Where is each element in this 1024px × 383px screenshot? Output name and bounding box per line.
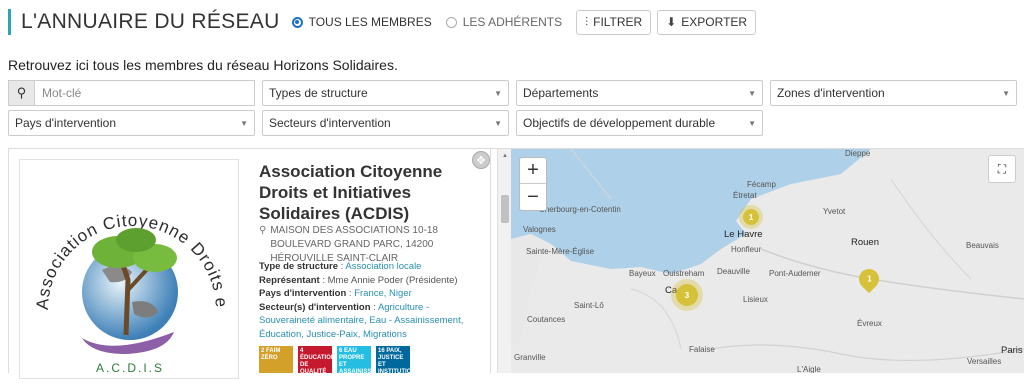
- map-label-paris: Paris: [1001, 345, 1023, 356]
- page-title: L'ANNUAIRE DU RÉSEAU: [21, 10, 280, 33]
- map-cluster-caen[interactable]: 3: [671, 279, 703, 311]
- chevron-down-icon: ▼: [748, 118, 756, 128]
- rep-label: Représentant: [259, 274, 320, 286]
- map-label-etretat: Étretat: [733, 191, 757, 200]
- map-label-beauvais: Beauvais: [966, 241, 999, 250]
- sdg-16-icon[interactable]: 16 PAIX, JUSTICE ET INSTITUTIONS EFFICAC…: [376, 346, 420, 382]
- map-label-sainte-mere: Sainte-Mère-Église: [526, 247, 595, 256]
- sdg-2-icon[interactable]: 2 FAIM ZÉRO: [259, 346, 293, 373]
- department-label: Départements: [523, 86, 599, 100]
- country-select[interactable]: Pays d'intervention ▼: [8, 110, 255, 136]
- map-label-versailles: Versailles: [967, 357, 1002, 366]
- export-button[interactable]: ⬇ EXPORTER: [657, 9, 757, 35]
- sdg-6-icon[interactable]: 6 EAU PROPRE ET ASSAINISSEMENT: [337, 346, 392, 375]
- keyword-search-input[interactable]: [34, 80, 255, 106]
- country-label: Pays d'intervention: [15, 116, 117, 130]
- sdg-icons: 2 FAIM ZÉRO 4 ÉDUCATION DE QUALITÉ 6 EAU…: [259, 346, 420, 382]
- search-icon[interactable]: ⚲: [8, 80, 34, 106]
- radio-checked-icon: [291, 16, 303, 28]
- type-link[interactable]: Association locale: [345, 261, 421, 272]
- map-label-rouen: Rouen: [851, 237, 879, 248]
- chevron-down-icon: ▼: [494, 118, 502, 128]
- map-label-ouistreham: Ouistreham: [663, 269, 705, 278]
- map-label-bayeux: Bayeux: [629, 269, 656, 278]
- sectors-label: Secteur(s) d'intervention: [259, 301, 371, 313]
- card-details: Type de structure : Association locale R…: [259, 261, 464, 340]
- title-accent-bar: [8, 9, 11, 35]
- results-area: Association Citoyenne Droits et Initiati…: [8, 148, 1024, 382]
- scrollbar-thumb[interactable]: [501, 195, 509, 223]
- map-label-pont-audemer: Pont-Audemer: [769, 269, 821, 278]
- chevron-down-icon: ▼: [494, 88, 502, 98]
- fullscreen-icon[interactable]: ⛶: [988, 155, 1016, 183]
- zoom-out-button[interactable]: −: [520, 184, 546, 210]
- type-label: Type de structure: [259, 261, 339, 272]
- export-button-label: EXPORTER: [681, 15, 748, 29]
- sdg-select[interactable]: Objectifs de développement durable ▼: [516, 110, 763, 136]
- locate-on-map-icon[interactable]: ✥: [472, 151, 490, 169]
- association-logo: Association Citoyenne Droits et Initiati…: [19, 159, 239, 379]
- map-label-saint-lo: Saint-Lô: [574, 301, 604, 310]
- scroll-up-icon[interactable]: ▲: [502, 153, 508, 159]
- structure-type-select[interactable]: Types de structure ▼: [262, 80, 509, 106]
- zone-label: Zones d'intervention: [777, 86, 885, 100]
- radio-members-label: LES ADHÉRENTS: [462, 15, 563, 29]
- map-label-le-havre: Le Havre: [724, 229, 763, 240]
- radio-members-only[interactable]: LES ADHÉRENTS: [445, 15, 563, 29]
- download-icon: ⬇: [666, 15, 677, 29]
- filter-button-label: FILTRER: [593, 15, 643, 29]
- countries-link[interactable]: France, Niger: [354, 288, 412, 299]
- zoom-in-button[interactable]: +: [520, 158, 546, 184]
- chevron-down-icon: ▼: [748, 88, 756, 98]
- sliders-icon: ⫶: [585, 14, 589, 29]
- radio-unchecked-icon: [445, 16, 457, 28]
- map-label-deauville: Deauville: [717, 267, 750, 276]
- countries-label: Pays d'intervention: [259, 288, 347, 299]
- map-label-fecamp: Fécamp: [747, 180, 776, 189]
- intro-text: Retrouvez ici tous les membres du réseau…: [8, 57, 398, 73]
- filter-button[interactable]: ⫶ FILTRER: [576, 9, 652, 35]
- svg-text:A.C.D.I.S: A.C.D.I.S: [96, 361, 164, 375]
- sdg-label: Objectifs de développement durable: [523, 116, 716, 130]
- zoom-control: + −: [519, 157, 547, 211]
- card-title[interactable]: Association Citoyenne Droits et Initiati…: [259, 161, 484, 224]
- map-label-cherbourg: Cherbourg-en-Cotentin: [539, 205, 621, 214]
- map-label-honfleur: Honfleur: [731, 245, 762, 254]
- sdg-4-icon[interactable]: 4 ÉDUCATION DE QUALITÉ: [298, 346, 335, 375]
- filter-panel: ⚲ Types de structure ▼ Départements ▼ Zo…: [8, 80, 1018, 140]
- department-select[interactable]: Départements ▼: [516, 80, 763, 106]
- sector-label: Secteurs d'intervention: [269, 116, 391, 130]
- map-label-lisieux: Lisieux: [743, 295, 768, 304]
- map-label-yvetot: Yvetot: [823, 207, 846, 216]
- map-label-granville: Granville: [514, 353, 546, 362]
- chevron-down-icon: ▼: [240, 118, 248, 128]
- member-card[interactable]: Association Citoyenne Droits et Initiati…: [8, 149, 491, 382]
- radio-all-label: TOUS LES MEMBRES: [308, 15, 432, 29]
- map-label-dieppe: Dieppe: [845, 149, 871, 158]
- zone-select[interactable]: Zones d'intervention ▼: [770, 80, 1017, 106]
- sector-select[interactable]: Secteurs d'intervention ▼: [262, 110, 509, 136]
- map-label-valognes: Valognes: [523, 225, 556, 234]
- page-header: L'ANNUAIRE DU RÉSEAU TOUS LES MEMBRES LE…: [8, 9, 762, 35]
- chevron-down-icon: ▼: [1002, 88, 1010, 98]
- map-label-evreux: Évreux: [857, 319, 882, 328]
- rep-value: Mme Annie Poder (Présidente): [327, 274, 458, 286]
- structure-type-label: Types de structure: [269, 86, 368, 100]
- map-label-falaise: Falaise: [689, 345, 715, 354]
- map-cluster-le-havre[interactable]: 1: [739, 205, 763, 229]
- logo-graphic: Association Citoyenne Droits et Initiati…: [20, 160, 230, 375]
- list-scrollbar[interactable]: ▲: [497, 149, 511, 373]
- map-label-coutances: Coutances: [527, 315, 566, 324]
- map-view[interactable]: Dieppe Fécamp Étretat Yvetot Cherbourg-e…: [511, 149, 1024, 373]
- search-box: ⚲: [8, 80, 255, 106]
- radio-all-members[interactable]: TOUS LES MEMBRES: [291, 15, 432, 29]
